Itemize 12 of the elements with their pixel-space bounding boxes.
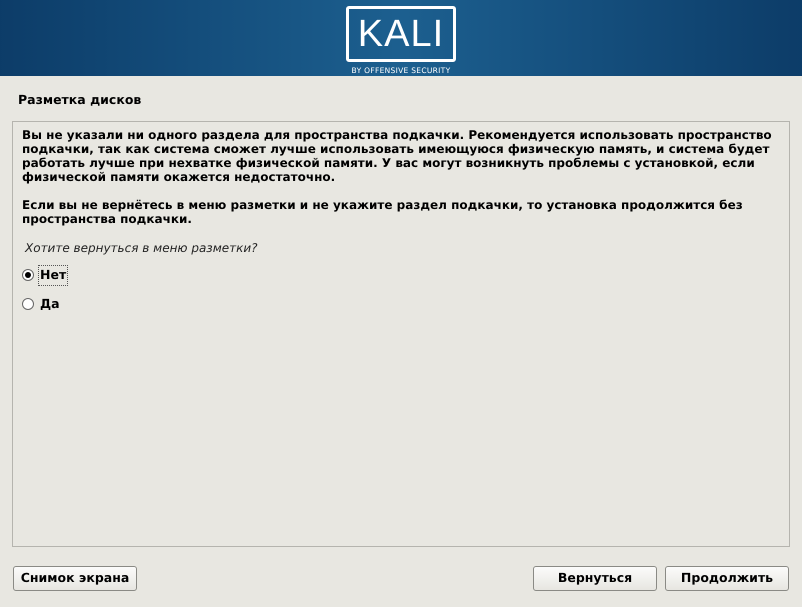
screenshot-button[interactable]: Снимок экрана: [13, 566, 137, 591]
question-text: Хотите вернуться в меню разметки?: [25, 240, 259, 256]
message-paragraph: Вы не указали ни одного раздела для пространства подкачки. Рекомендуется использовать пространство подкачки, так как система сможет лучше использовать имеющуюся физическую память, и система будет работать лучше при нехватке физической памяти. У вас могут возникнуть проблемы с установкой, если физической памяти окажется недостаточно.: [22, 128, 773, 184]
back-button[interactable]: Вернуться: [533, 566, 657, 591]
option-label[interactable]: Нет: [39, 266, 68, 285]
radio-button[interactable]: [22, 269, 34, 282]
radio-button[interactable]: [22, 298, 34, 310]
continue-button[interactable]: Продолжить: [665, 566, 789, 591]
logo-text: KALI: [358, 15, 444, 53]
page-title: Разметка дисков: [18, 92, 142, 107]
message-paragraph: Если вы не вернётесь в меню разметки и не укажите раздел подкачки, то установка продолжится без пространства подкачки.: [22, 198, 744, 226]
option-label[interactable]: Да: [39, 294, 61, 314]
